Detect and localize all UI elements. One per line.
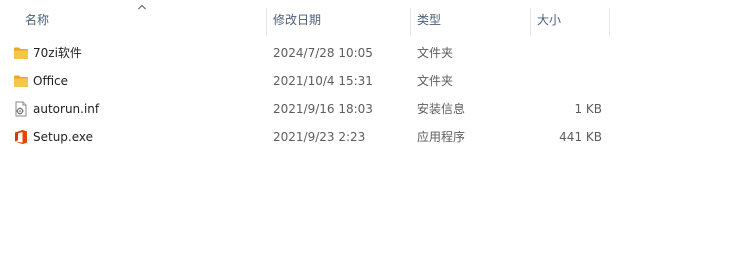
file-list: 70zi软件 2024/7/28 10:05 文件夹 Office 2021/1… [0,39,729,151]
folder-icon [14,47,28,59]
file-row[interactable]: Setup.exe 2021/9/23 2:23 应用程序 441 KB [0,123,729,151]
file-modified-date: 2021/9/16 18:03 [273,102,373,116]
file-name: autorun.inf [33,102,100,116]
column-header-size-label: 大小 [537,13,562,27]
file-name: Setup.exe [33,130,94,144]
column-divider[interactable] [530,8,531,36]
file-size: 441 KB [559,130,602,144]
file-row[interactable]: 70zi软件 2024/7/28 10:05 文件夹 [0,39,729,67]
file-modified-date: 2021/10/4 15:31 [273,74,373,88]
folder-icon [14,75,28,87]
file-row[interactable]: Office 2021/10/4 15:31 文件夹 [0,67,729,95]
file-name: Office [33,74,69,88]
file-type: 文件夹 [417,46,454,60]
column-divider[interactable] [266,8,267,36]
file-explorer-details-view: 名称 修改日期 类型 大小 70zi软件 2024/7/28 10:05 文件夹… [0,0,729,259]
file-type: 文件夹 [417,74,454,88]
setup-info-file-icon [15,101,27,117]
sort-ascending-icon [138,4,146,10]
column-header-bar: 名称 修改日期 类型 大小 [0,0,729,37]
column-header-size[interactable]: 大小 [537,6,607,34]
column-divider[interactable] [410,8,411,36]
file-type: 安装信息 [417,102,466,116]
office-setup-exe-icon [15,130,27,144]
column-header-type-label: 类型 [417,13,442,27]
column-header-type[interactable]: 类型 [417,6,527,34]
column-header-name[interactable]: 名称 [25,6,265,34]
file-size: 1 KB [574,102,602,116]
column-header-name-label: 名称 [25,13,50,27]
column-header-date[interactable]: 修改日期 [273,6,408,34]
file-modified-date: 2024/7/28 10:05 [273,46,373,60]
file-type: 应用程序 [417,130,466,144]
column-divider[interactable] [609,8,610,36]
file-name: 70zi软件 [33,46,82,60]
file-modified-date: 2021/9/23 2:23 [273,130,366,144]
file-row[interactable]: autorun.inf 2021/9/16 18:03 安装信息 1 KB [0,95,729,123]
column-header-date-label: 修改日期 [273,13,322,27]
